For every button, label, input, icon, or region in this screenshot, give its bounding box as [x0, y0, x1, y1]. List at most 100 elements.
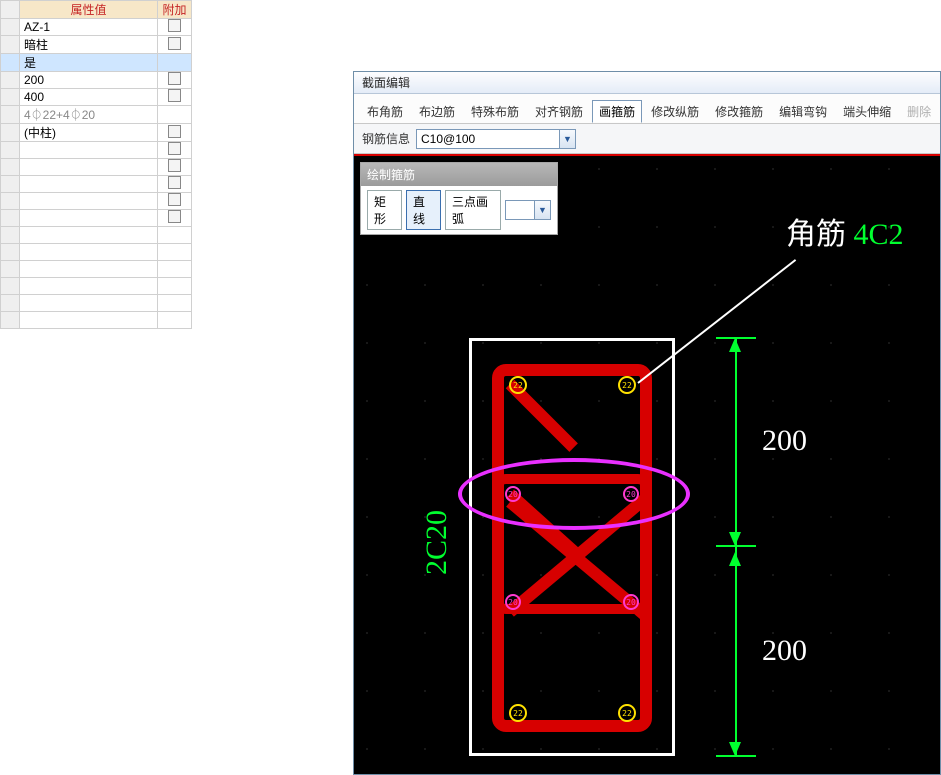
cad-canvas[interactable]: 绘制箍筋 矩形直线三点画弧▼ 22 22 22 22 20 20 20 20 角…: [354, 154, 940, 774]
draw-mode-extra-combo[interactable]: ▼: [505, 200, 551, 220]
dim-tick: [716, 545, 756, 547]
table-row[interactable]: 是: [1, 54, 192, 72]
cell-value[interactable]: [20, 278, 158, 295]
table-row[interactable]: 4⏀22+4⏀20: [1, 106, 192, 124]
dim-tick: [716, 337, 756, 339]
section-editor-window: 截面编辑 布角筋布边筋特殊布筋对齐钢筋画箍筋修改纵筋修改箍筋编辑弯钩端头伸缩删除…: [353, 71, 941, 775]
rebar-info-input[interactable]: [417, 130, 559, 148]
cell-value[interactable]: 4⏀22+4⏀20: [20, 106, 158, 124]
cell-check: [158, 295, 192, 312]
tab-删除: 删除: [900, 100, 938, 123]
table-row[interactable]: AZ-1: [1, 19, 192, 36]
table-row[interactable]: (中柱): [1, 124, 192, 142]
checkbox-icon[interactable]: [168, 193, 181, 206]
rebar-mid-br[interactable]: 20: [623, 594, 639, 610]
cell-check: [158, 106, 192, 124]
cell-value[interactable]: [20, 261, 158, 278]
tab-特殊布筋[interactable]: 特殊布筋: [464, 100, 526, 123]
property-grid[interactable]: 属性值 附加 AZ-1暗柱是2004004⏀22+4⏀20(中柱): [0, 0, 192, 329]
rebar-corner-br[interactable]: 22: [618, 704, 636, 722]
table-row[interactable]: 200: [1, 72, 192, 89]
tab-修改箍筋[interactable]: 修改箍筋: [708, 100, 770, 123]
cell-check[interactable]: [158, 176, 192, 193]
cell-check[interactable]: [158, 142, 192, 159]
draw-mode-矩形[interactable]: 矩形: [367, 190, 402, 230]
table-row[interactable]: [1, 244, 192, 261]
cell-value[interactable]: AZ-1: [20, 19, 158, 36]
tab-布边筋[interactable]: 布边筋: [412, 100, 462, 123]
cell-value[interactable]: [20, 159, 158, 176]
cell-value[interactable]: 400: [20, 89, 158, 106]
dim-arrow-icon: [729, 338, 741, 352]
cell-value[interactable]: [20, 312, 158, 329]
cell-value[interactable]: 是: [20, 54, 158, 72]
rebar-corner-bl[interactable]: 22: [509, 704, 527, 722]
checkbox-icon[interactable]: [168, 125, 181, 138]
checkbox-icon[interactable]: [168, 72, 181, 85]
cell-check[interactable]: [158, 72, 192, 89]
cell-value[interactable]: [20, 176, 158, 193]
cell-check: [158, 261, 192, 278]
table-row[interactable]: [1, 295, 192, 312]
checkbox-icon[interactable]: [168, 210, 181, 223]
checkbox-icon[interactable]: [168, 159, 181, 172]
tab-修改纵筋[interactable]: 修改纵筋: [644, 100, 706, 123]
checkbox-icon[interactable]: [168, 19, 181, 32]
checkbox-icon[interactable]: [168, 176, 181, 189]
cell-value[interactable]: 暗柱: [20, 36, 158, 54]
cell-value[interactable]: [20, 142, 158, 159]
table-row[interactable]: [1, 193, 192, 210]
cell-check: [158, 278, 192, 295]
table-row[interactable]: [1, 159, 192, 176]
cell-check[interactable]: [158, 159, 192, 176]
tab-编辑弯钩[interactable]: 编辑弯钩: [772, 100, 834, 123]
checkbox-icon[interactable]: [168, 142, 181, 155]
draw-mode-三点画弧[interactable]: 三点画弧: [445, 190, 501, 230]
table-row[interactable]: [1, 142, 192, 159]
side-rebar-label: 2C20: [420, 510, 454, 575]
cell-check: [158, 54, 192, 72]
header-value: 属性值: [20, 1, 158, 19]
rebar-info-bar: 钢筋信息 ▼: [354, 124, 940, 154]
tab-对齐钢筋[interactable]: 对齐钢筋: [528, 100, 590, 123]
cell-value[interactable]: 200: [20, 72, 158, 89]
checkbox-icon[interactable]: [168, 89, 181, 102]
cell-check[interactable]: [158, 19, 192, 36]
cell-value[interactable]: [20, 295, 158, 312]
tab-画箍筋[interactable]: 画箍筋: [592, 100, 642, 123]
corner-rebar-label: 角筋 4C2: [786, 209, 904, 253]
cell-value[interactable]: [20, 227, 158, 244]
rebar-corner-tl[interactable]: 22: [509, 376, 527, 394]
tab-布角筋[interactable]: 布角筋: [360, 100, 410, 123]
cell-check[interactable]: [158, 89, 192, 106]
table-row[interactable]: 400: [1, 89, 192, 106]
table-row[interactable]: 暗柱: [1, 36, 192, 54]
table-row[interactable]: [1, 176, 192, 193]
cell-value[interactable]: [20, 210, 158, 227]
dim-arrow-icon: [729, 532, 741, 546]
checkbox-icon[interactable]: [168, 37, 181, 50]
cell-value[interactable]: [20, 244, 158, 261]
cell-check[interactable]: [158, 193, 192, 210]
table-row[interactable]: [1, 227, 192, 244]
cell-check[interactable]: [158, 210, 192, 227]
cell-value[interactable]: (中柱): [20, 124, 158, 142]
draw-mode-直线[interactable]: 直线: [406, 190, 441, 230]
table-row[interactable]: [1, 210, 192, 227]
window-title: 截面编辑: [354, 72, 940, 94]
cell-check: [158, 227, 192, 244]
rebar-mid-bl[interactable]: 20: [505, 594, 521, 610]
chevron-down-icon[interactable]: ▼: [534, 201, 550, 219]
chevron-down-icon[interactable]: ▼: [559, 130, 575, 148]
rebar-corner-tr[interactable]: 22: [618, 376, 636, 394]
draw-mode-title: 绘制箍筋: [361, 163, 557, 186]
rebar-info-combo[interactable]: ▼: [416, 129, 576, 149]
table-row[interactable]: [1, 312, 192, 329]
table-row[interactable]: [1, 261, 192, 278]
cell-check[interactable]: [158, 36, 192, 54]
tab-端头伸缩[interactable]: 端头伸缩: [836, 100, 898, 123]
cell-check[interactable]: [158, 124, 192, 142]
annotation-ellipse: [458, 458, 690, 530]
cell-value[interactable]: [20, 193, 158, 210]
table-row[interactable]: [1, 278, 192, 295]
